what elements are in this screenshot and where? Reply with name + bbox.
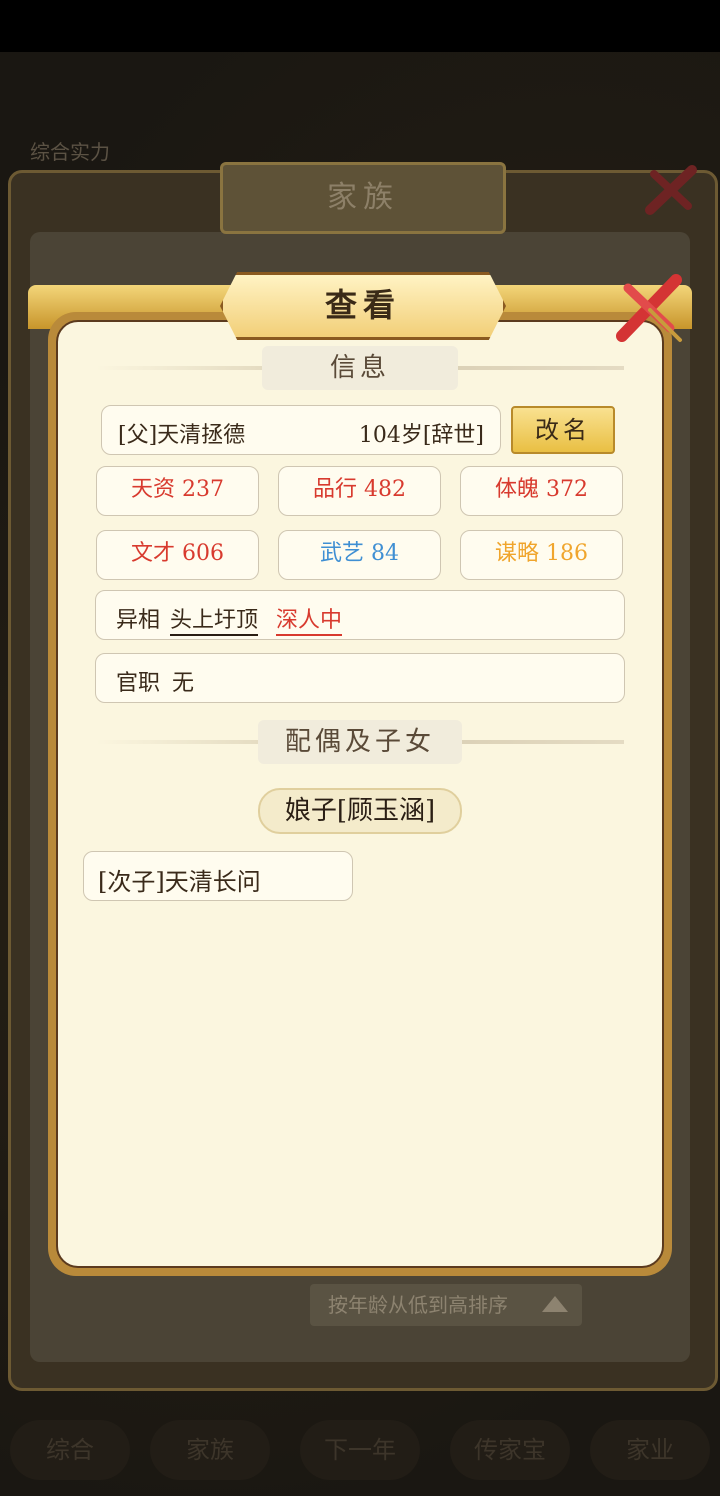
back-window-title: 家族	[220, 162, 506, 234]
spouse-entry[interactable]: 娘子[顾玉涵]	[258, 788, 462, 834]
member-age: 104岁[辞世]	[358, 423, 484, 448]
stat-label: 谋略	[494, 541, 539, 566]
stat-label: 体魄	[494, 477, 539, 502]
rename-button[interactable]: 改名	[511, 406, 615, 454]
tab-family[interactable]: 家族	[150, 1420, 270, 1480]
close-icon[interactable]	[610, 270, 690, 350]
status-bar	[0, 0, 720, 52]
stat-strategy: 谋略 186	[460, 530, 623, 580]
stat-label: 天资	[130, 477, 175, 502]
tab-overview[interactable]: 综合	[10, 1420, 130, 1480]
stat-label: 文才	[130, 541, 175, 566]
tab-heirloom[interactable]: 传家宝	[450, 1420, 570, 1480]
info-section-title: 信息	[262, 346, 458, 390]
stat-martial: 武艺 84	[278, 530, 441, 580]
trait-item[interactable]: 头上圩顶	[170, 602, 259, 636]
stat-label: 品行	[312, 477, 357, 502]
stat-value: 372	[546, 477, 588, 502]
office-field: 官职 无	[95, 653, 625, 703]
stat-aptitude: 天资 237	[96, 466, 259, 516]
stat-literary: 文才 606	[96, 530, 259, 580]
sort-arrow-icon	[542, 1296, 568, 1312]
stat-value: 84	[371, 541, 399, 566]
stat-conduct: 品行 482	[278, 466, 441, 516]
child-name: [次子]天清长问	[98, 868, 261, 896]
traits-label: 异相	[116, 608, 161, 633]
family-section-title: 配偶及子女	[258, 720, 462, 764]
traits-field: 异相 头上圩顶 深人中	[95, 590, 625, 640]
member-name: [父]天清拯德	[118, 423, 246, 448]
tab-estate[interactable]: 家业	[590, 1420, 710, 1480]
tab-next-year[interactable]: 下一年	[300, 1420, 420, 1480]
stat-value: 237	[182, 477, 224, 502]
stat-value: 606	[182, 541, 224, 566]
stat-label: 武艺	[319, 541, 364, 566]
member-name-field: [父]天清拯德 104岁[辞世]	[101, 405, 501, 455]
office-label: 官职	[116, 671, 161, 696]
trait-item[interactable]: 深人中	[276, 602, 343, 636]
stat-physique: 体魄 372	[460, 466, 623, 516]
office-value: 无	[172, 671, 195, 696]
stat-value: 482	[364, 477, 406, 502]
back-close-icon[interactable]	[640, 160, 702, 222]
stat-value: 186	[546, 541, 588, 566]
child-entry[interactable]: [次子]天清长问	[83, 851, 353, 901]
header-power-label: 综合实力	[30, 140, 110, 164]
dialog-title: 查看	[220, 272, 506, 340]
